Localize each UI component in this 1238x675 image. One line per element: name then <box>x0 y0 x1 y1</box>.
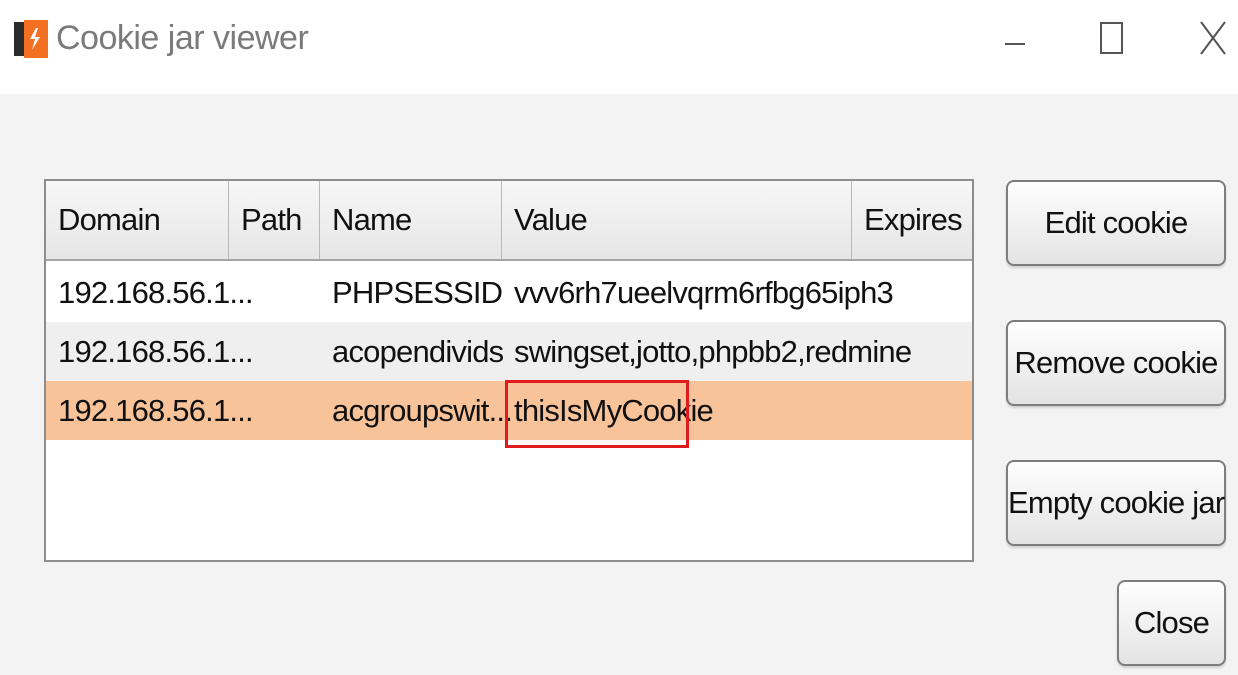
cell-expires <box>852 322 864 381</box>
column-header-expires[interactable]: Expires <box>852 181 972 259</box>
cell-domain: 192.168.56.1... <box>58 275 254 310</box>
edit-cookie-button[interactable]: Edit cookie <box>1006 180 1226 266</box>
close-icon <box>1200 21 1226 55</box>
cookie-jar-window: Cookie jar viewer Domain Path Name Value… <box>0 0 1238 675</box>
table-header: Domain Path Name Value Expires <box>46 181 972 261</box>
table-row[interactable]: 192.168.56.1... PHPSESSID vvv6rh7ueelvqr… <box>46 263 972 322</box>
column-header-domain[interactable]: Domain <box>46 181 229 259</box>
cell-name: PHPSESSID <box>332 275 503 310</box>
cell-name: acopendivids <box>332 334 504 369</box>
cell-expires <box>852 263 864 322</box>
maximize-button[interactable] <box>1082 14 1142 62</box>
cell-name: acgroupswit... <box>332 393 513 428</box>
cell-path <box>229 263 241 322</box>
window-title: Cookie jar viewer <box>56 19 309 57</box>
remove-cookie-button[interactable]: Remove cookie <box>1006 320 1226 406</box>
minimize-icon <box>1005 43 1025 45</box>
minimize-button[interactable] <box>985 14 1045 62</box>
cell-path <box>229 381 241 440</box>
cell-expires <box>852 381 864 440</box>
cell-path <box>229 322 241 381</box>
cell-value: swingset,jotto,phpbb2,redmine <box>514 334 912 369</box>
column-header-path[interactable]: Path <box>229 181 320 259</box>
column-header-name[interactable]: Name <box>320 181 502 259</box>
table-row[interactable]: 192.168.56.1... acopendivids swingset,jo… <box>46 322 972 381</box>
maximize-icon <box>1100 22 1123 54</box>
window-close-button[interactable] <box>1183 14 1238 62</box>
close-button[interactable]: Close <box>1117 580 1226 666</box>
empty-cookie-jar-button[interactable]: Empty cookie jar <box>1006 460 1226 546</box>
cell-domain: 192.168.56.1... <box>58 393 254 428</box>
cell-domain: 192.168.56.1... <box>58 334 254 369</box>
dialog-body: Domain Path Name Value Expires 192.168.5… <box>0 94 1238 675</box>
burp-app-icon <box>14 20 48 58</box>
column-header-value[interactable]: Value <box>502 181 852 259</box>
value-highlight-box <box>505 380 689 448</box>
title-bar[interactable]: Cookie jar viewer <box>0 0 1238 82</box>
cell-value: vvv6rh7ueelvqrm6rfbg65iph3 <box>514 275 894 310</box>
cookie-table[interactable]: Domain Path Name Value Expires 192.168.5… <box>44 179 974 562</box>
